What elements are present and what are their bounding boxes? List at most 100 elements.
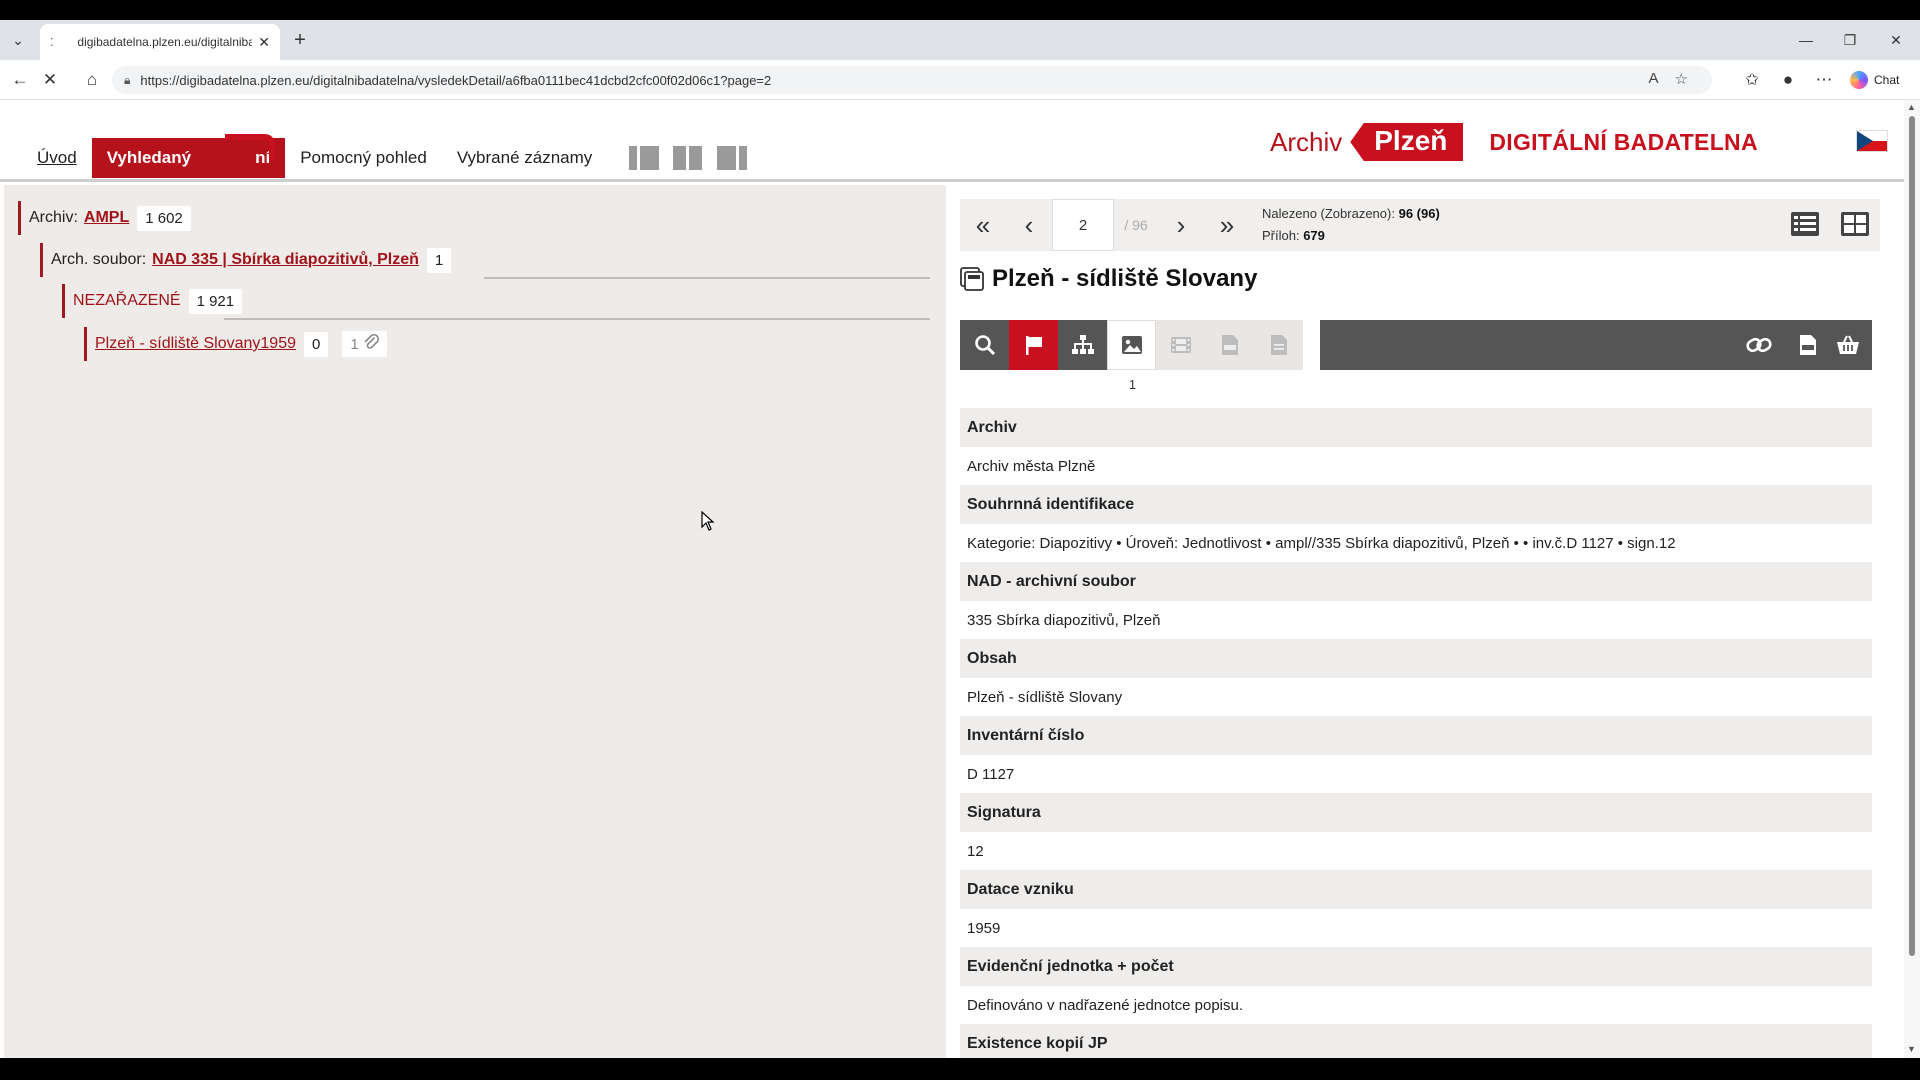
tree-soubor-label: Arch. soubor:	[51, 251, 147, 268]
menu-pomocny-pohled[interactable]: Pomocný pohled	[285, 138, 442, 178]
page-number-input[interactable]: 2	[1052, 199, 1114, 251]
basket-icon	[1836, 335, 1859, 354]
record-title: Plzeň - sídliště Slovany	[960, 265, 1257, 293]
tree-archiv-link[interactable]: AMPL	[84, 209, 129, 227]
field-value: Plzeň - sídliště Slovany	[967, 688, 1123, 706]
first-page-icon[interactable]: «	[960, 199, 1006, 251]
link-icon	[1745, 337, 1772, 353]
chat-label: Chat	[1874, 73, 1900, 87]
field-label: Obsah	[960, 639, 1872, 678]
back-arrow-icon[interactable]: ←	[8, 68, 32, 92]
prev-page-icon[interactable]: ‹	[1006, 199, 1052, 251]
description-button[interactable]	[1009, 320, 1058, 370]
field-label: Archiv	[960, 408, 1872, 447]
favorite-star-icon[interactable]: ☆	[1675, 70, 1688, 88]
pdf-tab[interactable]	[1205, 320, 1254, 370]
site-header: Úvod Vyhledaný ní Pomocný pohled Vybrané …	[0, 100, 1904, 182]
layout-right-wide-icon[interactable]	[717, 146, 748, 170]
minimize-icon[interactable]: —	[1794, 28, 1818, 52]
screen-top-bar	[0, 0, 1920, 20]
window-close-icon[interactable]: ✕	[1884, 28, 1908, 52]
tree-item-count: 0	[304, 331, 329, 357]
browser-tab-strip: ⌄ ⁚ digibadatelna.plzen.eu/digitalniba ✕…	[0, 20, 1920, 60]
browser-tab[interactable]: ⁚ digibadatelna.plzen.eu/digitalniba ✕	[40, 24, 280, 60]
record-detail-panel: « ‹ 2 / 96 › » Nalezeno (Zobrazeno): 96 …	[946, 185, 1904, 1058]
toolbar-right-group	[1320, 320, 1872, 370]
site-logo[interactable]: Archiv Plzeň DIGITÁLNÍ BADATELNA	[1270, 120, 1758, 164]
pagination-bar: « ‹ 2 / 96 › » Nalezeno (Zobrazeno): 96 …	[960, 199, 1880, 251]
web-page: Úvod Vyhledaný ní Pomocný pohled Vybrané …	[0, 100, 1904, 1058]
favorites-icon[interactable]: ✩	[1740, 68, 1764, 92]
hierarchy-tree-panel: Archiv: AMPL 1 602 Arch. soubor: NAD 335…	[4, 185, 946, 1058]
menu-uvod[interactable]: Úvod	[22, 138, 92, 178]
tree-nezarazene-label[interactable]: NEZAŘAZENÉ	[73, 292, 181, 310]
hierarchy-button[interactable]	[1058, 320, 1107, 370]
result-summary: Nalezeno (Zobrazeno): 96 (96) Příloh: 67…	[1262, 203, 1440, 247]
paperclip-icon	[363, 333, 379, 355]
next-page-icon[interactable]: ›	[1158, 199, 1204, 251]
scroll-down-icon[interactable]: ▼	[1907, 1044, 1916, 1054]
page-scrollbar[interactable]: ▲ ▼	[1904, 100, 1920, 1058]
images-tab[interactable]: 1	[1107, 320, 1156, 392]
list-view-icon[interactable]	[1790, 209, 1820, 239]
field-label: Datace vzniku	[960, 870, 1872, 909]
url-text: https://digibadatelna.plzen.eu/digitalni…	[140, 72, 772, 88]
url-field[interactable]: 🔒︎ https://digibadatelna.plzen.eu/digita…	[112, 66, 1712, 94]
profile-avatar-icon[interactable]: ●	[1776, 68, 1800, 92]
stop-loading-icon[interactable]: ✕	[38, 68, 62, 92]
tab-list-chevron-icon[interactable]: ⌄	[6, 29, 30, 51]
tree-nezarazene-count: 1 921	[188, 288, 243, 314]
close-icon[interactable]: ✕	[258, 34, 270, 51]
menu-vybrane-zaznamy[interactable]: Vybrané záznamy	[442, 138, 607, 178]
search-icon	[974, 335, 995, 356]
tree-archiv-count: 1 602	[137, 205, 191, 231]
tree-soubor-link[interactable]: NAD 335 | Sbírka diapozitivů, Plzeň	[152, 251, 419, 269]
copilot-icon	[1850, 71, 1868, 89]
image-count: 1	[1128, 377, 1137, 392]
home-icon[interactable]: ⌂	[80, 68, 104, 92]
read-aloud-icon[interactable]: A	[1649, 70, 1659, 88]
attach-value: 679	[1303, 228, 1325, 243]
field-label: Existence kopií JP	[960, 1024, 1872, 1058]
grid-view-icon[interactable]	[1840, 209, 1870, 239]
tree-row-nezarazene: NEZAŘAZENÉ 1 921	[62, 284, 243, 318]
field-label: Inventární číslo	[960, 716, 1872, 755]
field-label: NAD - archivní soubor	[960, 562, 1872, 601]
menu-vyhledavani[interactable]: Vyhledaný ní	[91, 134, 286, 178]
lock-icon: 🔒︎	[124, 72, 131, 87]
film-icon	[1170, 337, 1191, 353]
field-label: Evidenční jednotka + počet	[960, 947, 1872, 986]
copilot-chat-button[interactable]: Chat	[1850, 68, 1899, 92]
tree-item-link[interactable]: Plzeň - sídliště Slovany1959	[95, 335, 296, 353]
tree-soubor-count: 1	[426, 247, 452, 273]
new-tab-icon[interactable]: +	[288, 28, 312, 52]
document-icon	[1270, 335, 1287, 355]
czech-flag-icon[interactable]	[1856, 130, 1888, 152]
restore-icon[interactable]: ❐	[1838, 28, 1862, 52]
add-to-basket-button[interactable]	[1823, 320, 1872, 370]
found-label: Nalezeno (Zobrazeno):	[1262, 206, 1395, 221]
logo-archiv-text: Archiv	[1270, 126, 1343, 157]
record-toolbar: 1	[960, 320, 1872, 392]
found-value: 96 (96)	[1398, 206, 1440, 221]
permalink-button[interactable]	[1734, 320, 1783, 370]
tree-divider	[484, 277, 930, 279]
more-menu-icon[interactable]: ⋯	[1812, 68, 1836, 92]
field-label: Souhrnná identifikace	[960, 485, 1872, 524]
tree-row-item: Plzeň - sídliště Slovany1959 0 1	[84, 327, 387, 361]
image-icon	[1121, 336, 1142, 354]
layout-left-wide-icon[interactable]	[629, 146, 660, 170]
video-tab[interactable]	[1156, 320, 1205, 370]
tab-title: digibadatelna.plzen.eu/digitalniba	[77, 35, 253, 49]
layout-split-icon[interactable]	[673, 146, 703, 170]
menu-vyhledavani-label-tail: ní	[255, 148, 271, 167]
tree-item-attachments[interactable]: 1	[342, 331, 387, 357]
last-page-icon[interactable]: »	[1204, 199, 1250, 251]
mouse-cursor-icon	[701, 511, 715, 531]
field-value: Kategorie: Diapozitivy • Úroveň: Jednotl…	[967, 534, 1676, 552]
document-tab[interactable]	[1254, 320, 1303, 370]
scroll-up-icon[interactable]: ▲	[1907, 102, 1916, 112]
attach-label: Příloh:	[1262, 228, 1300, 243]
scrollbar-thumb[interactable]	[1909, 116, 1915, 956]
search-button[interactable]	[960, 320, 1009, 370]
